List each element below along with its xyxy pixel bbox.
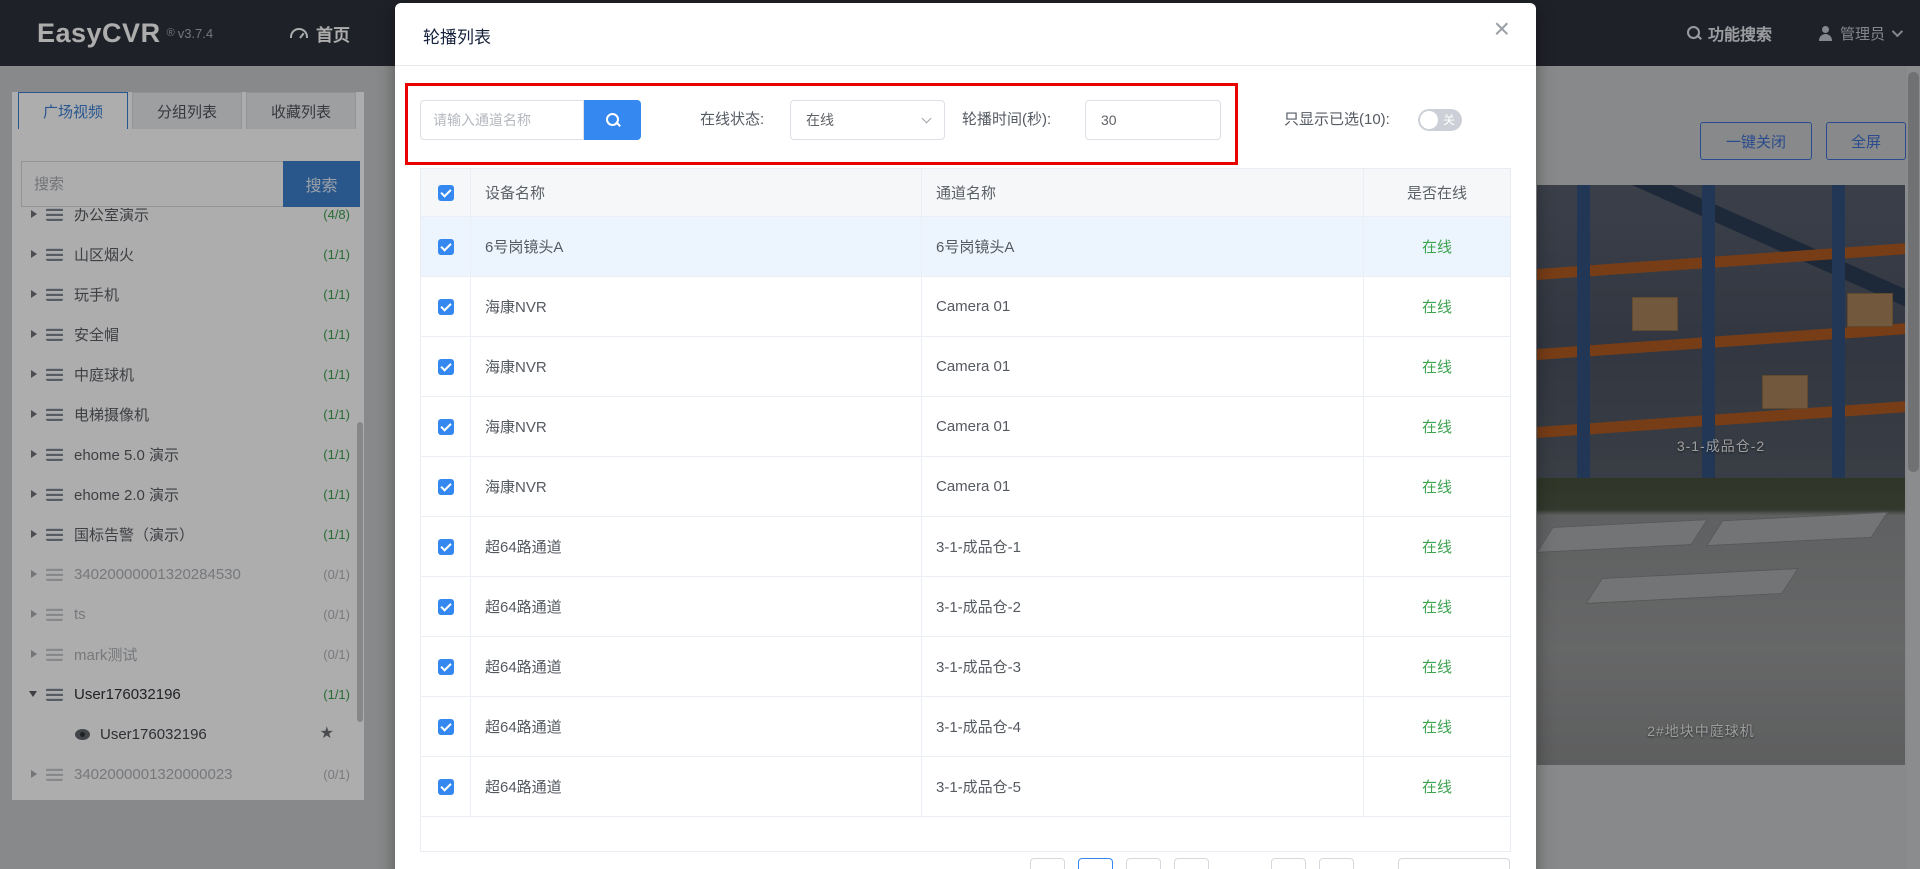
only-selected-label: 只显示已选(10): (1284, 100, 1390, 140)
cell-online-status: 在线 (1364, 637, 1510, 696)
cell-device-name: 海康NVR (471, 397, 922, 456)
row-checkbox[interactable] (438, 599, 454, 615)
cell-online-status: 在线 (1364, 337, 1510, 396)
row-checkbox[interactable] (438, 539, 454, 555)
cell-device-name: 超64路通道 (471, 577, 922, 636)
search-icon (606, 113, 620, 127)
online-status-label: 在线状态: (700, 100, 764, 140)
channel-name-input[interactable] (420, 100, 584, 140)
modal-header: 轮播列表 × (395, 3, 1536, 66)
page-button[interactable] (1030, 858, 1065, 869)
filter-bar: 在线状态: 在线 轮播时间(秒): 只显示已选(10): 关 (395, 100, 1536, 140)
only-selected-toggle[interactable]: 关 (1418, 109, 1462, 131)
cell-online-status: 在线 (1364, 517, 1510, 576)
chevron-down-icon (922, 114, 932, 124)
cell-device-name: 海康NVR (471, 337, 922, 396)
row-checkbox[interactable] (438, 299, 454, 315)
table-row[interactable]: 6号岗镜头A6号岗镜头A在线 (421, 217, 1510, 277)
row-checkbox[interactable] (438, 779, 454, 795)
cell-channel-name: Camera 01 (922, 277, 1364, 336)
row-checkbox[interactable] (438, 359, 454, 375)
cell-channel-name: 3-1-成品仓-1 (922, 517, 1364, 576)
table-row[interactable]: 海康NVRCamera 01在线 (421, 397, 1510, 457)
cell-online-status: 在线 (1364, 397, 1510, 456)
cell-online-status: 在线 (1364, 697, 1510, 756)
online-status-select[interactable]: 在线 (790, 100, 945, 140)
online-status-value: 在线 (806, 112, 834, 128)
page-size-select[interactable] (1398, 858, 1510, 869)
cell-channel-name: 3-1-成品仓-4 (922, 697, 1364, 756)
header-channel-name: 通道名称 (922, 169, 1364, 216)
table-row[interactable]: 超64路通道3-1-成品仓-4在线 (421, 697, 1510, 757)
cell-device-name: 超64路通道 (471, 757, 922, 816)
row-checkbox[interactable] (438, 239, 454, 255)
table-row[interactable]: 超64路通道3-1-成品仓-5在线 (421, 757, 1510, 817)
table-row[interactable]: 海康NVRCamera 01在线 (421, 457, 1510, 517)
cell-device-name: 超64路通道 (471, 697, 922, 756)
carousel-list-modal: 轮播列表 × 在线状态: 在线 轮播时间(秒): 只显示已选(10): 关 设备… (395, 3, 1536, 869)
cell-channel-name: 3-1-成品仓-5 (922, 757, 1364, 816)
row-checkbox[interactable] (438, 419, 454, 435)
cell-channel-name: 3-1-成品仓-3 (922, 637, 1364, 696)
interval-label: 轮播时间(秒): (962, 100, 1051, 140)
table-row[interactable]: 超64路通道3-1-成品仓-2在线 (421, 577, 1510, 637)
table-header-row: 设备名称 通道名称 是否在线 (421, 169, 1510, 217)
cell-online-status: 在线 (1364, 577, 1510, 636)
page-button[interactable] (1174, 858, 1209, 869)
page-ellipsis (1367, 858, 1385, 869)
row-checkbox[interactable] (438, 479, 454, 495)
page-ellipsis (1222, 858, 1258, 869)
modal-title: 轮播列表 (423, 23, 491, 48)
cell-online-status: 在线 (1364, 277, 1510, 336)
page-button[interactable] (1319, 858, 1354, 869)
cell-online-status: 在线 (1364, 757, 1510, 816)
cell-device-name: 超64路通道 (471, 637, 922, 696)
cell-channel-name: 6号岗镜头A (922, 217, 1364, 276)
select-all-checkbox[interactable] (438, 185, 454, 201)
pagination (1030, 858, 1523, 869)
page-button[interactable] (1271, 858, 1306, 869)
interval-input[interactable] (1085, 100, 1221, 140)
row-checkbox[interactable] (438, 659, 454, 675)
cell-channel-name: Camera 01 (922, 337, 1364, 396)
cell-device-name: 超64路通道 (471, 517, 922, 576)
channel-table: 设备名称 通道名称 是否在线 6号岗镜头A6号岗镜头A在线海康NVRCamera… (420, 168, 1511, 852)
cell-device-name: 海康NVR (471, 277, 922, 336)
header-is-online: 是否在线 (1364, 169, 1510, 216)
cell-channel-name: Camera 01 (922, 457, 1364, 516)
cell-device-name: 6号岗镜头A (471, 217, 922, 276)
toggle-off-label: 关 (1443, 109, 1455, 131)
table-row[interactable]: 海康NVRCamera 01在线 (421, 337, 1510, 397)
header-device-name: 设备名称 (471, 169, 922, 216)
cell-online-status: 在线 (1364, 217, 1510, 276)
table-row[interactable]: 超64路通道3-1-成品仓-1在线 (421, 517, 1510, 577)
cell-device-name: 海康NVR (471, 457, 922, 516)
page-button[interactable] (1078, 858, 1113, 869)
table-row[interactable]: 超64路通道3-1-成品仓-3在线 (421, 637, 1510, 697)
channel-search-button[interactable] (584, 100, 641, 140)
page-button[interactable] (1126, 858, 1161, 869)
table-footer-strip (421, 817, 1510, 851)
cell-online-status: 在线 (1364, 457, 1510, 516)
cell-channel-name: Camera 01 (922, 397, 1364, 456)
row-checkbox[interactable] (438, 719, 454, 735)
close-icon[interactable]: × (1494, 15, 1510, 43)
table-row[interactable]: 海康NVRCamera 01在线 (421, 277, 1510, 337)
cell-channel-name: 3-1-成品仓-2 (922, 577, 1364, 636)
